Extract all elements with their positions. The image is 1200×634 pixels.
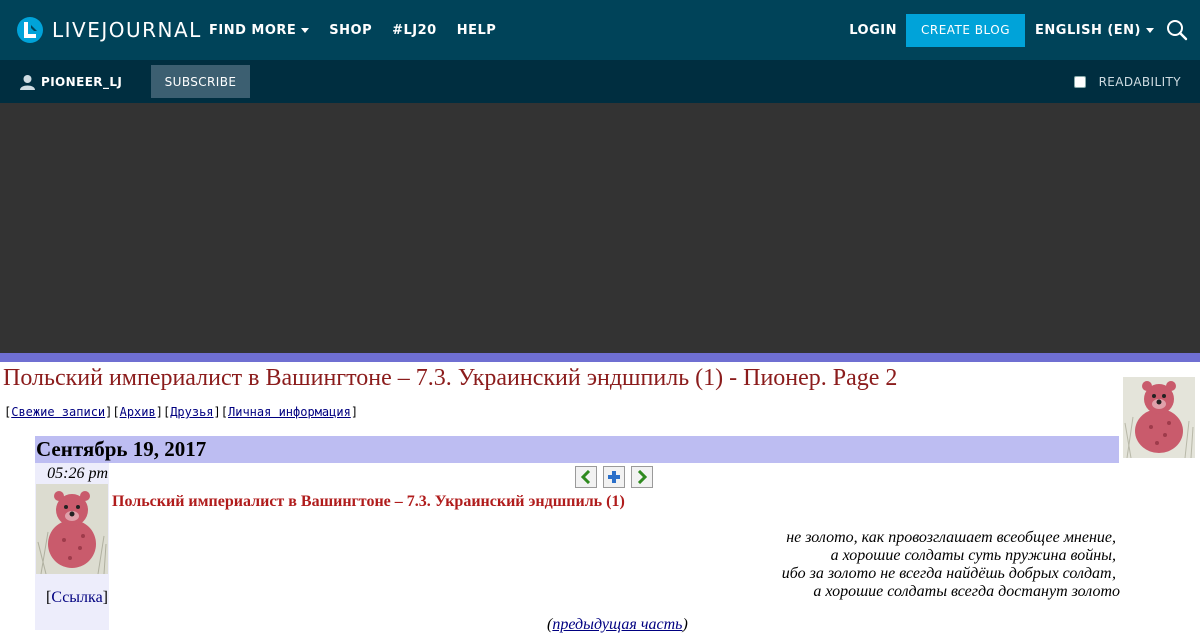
link-recent-entries[interactable]: Свежие записи	[11, 405, 105, 419]
subscribe-label: SUBSCRIBE	[164, 74, 237, 89]
journal-links: [Свежие записи][Архив][Друзья][Личная ин…	[4, 405, 359, 419]
nav-help-label: HELP	[456, 22, 497, 38]
epigraph-line: а хорошие солдаты суть пружина войны,	[830, 547, 1116, 564]
arrow-right-icon	[637, 470, 648, 484]
journal-bar: PIONEER_LJ SUBSCRIBE READABILITY	[0, 60, 1200, 103]
subscribe-button[interactable]: SUBSCRIBE	[151, 65, 250, 98]
epigraph-line: не золото, как провозглашает всеобщее мн…	[786, 529, 1116, 546]
readability-toggle[interactable]: READABILITY	[1073, 60, 1181, 103]
livejournal-logo-icon	[17, 17, 43, 43]
previous-entry-button[interactable]	[575, 466, 597, 488]
post-userpic	[36, 484, 108, 574]
account-nav: LOGIN CREATE BLOG ENGLISH (EN)	[849, 0, 1200, 60]
add-to-memories-button[interactable]	[603, 466, 625, 488]
post-epigraph: не золото, как провозглашает всеобщее мн…	[781, 529, 1120, 601]
login-link[interactable]: LOGIN	[849, 23, 897, 38]
nav-find-more[interactable]: FIND MORE	[209, 22, 310, 38]
user-icon	[20, 74, 35, 90]
journal-user[interactable]: PIONEER_LJ	[20, 60, 122, 103]
nav-lj20-label: #LJ20	[392, 22, 437, 38]
entry-navigation	[575, 466, 659, 488]
post-title: Польский империалист в Вашингтоне – 7.3.…	[112, 493, 625, 510]
search-icon[interactable]	[1166, 19, 1188, 41]
arrow-left-icon	[580, 470, 591, 484]
language-label: ENGLISH (EN)	[1035, 22, 1141, 38]
journal-username: PIONEER_LJ	[41, 74, 123, 89]
post-time: 05:26 pm	[47, 465, 108, 482]
ad-banner	[0, 103, 1200, 353]
post-date: Сентябрь 19, 2017	[35, 436, 1119, 463]
caret-down-icon	[301, 27, 310, 33]
top-navigation-bar: LIVEJOURNAL FIND MORE SHOP #LJ20 HELP LO…	[0, 0, 1200, 60]
logo-text: LIVEJOURNAL	[52, 18, 202, 42]
plus-icon	[608, 471, 620, 483]
nav-lj20[interactable]: #LJ20	[392, 23, 437, 38]
language-selector[interactable]: ENGLISH (EN)	[1035, 23, 1154, 38]
caret-down-icon	[1146, 27, 1154, 33]
create-blog-label: CREATE BLOG	[920, 23, 1011, 37]
nav-help[interactable]: HELP	[457, 23, 497, 38]
previous-part: (предыдущая часть)	[547, 616, 688, 633]
epigraph-line: ибо за золото не всегда найдёшь добрых с…	[781, 565, 1116, 582]
main-nav: FIND MORE SHOP #LJ20 HELP	[209, 0, 516, 60]
nav-shop[interactable]: SHOP	[329, 23, 372, 38]
readability-label: READABILITY	[1098, 74, 1181, 89]
link-profile[interactable]: Личная информация	[228, 405, 351, 419]
journal-title: Польский империалист в Вашингтоне – 7.3.…	[3, 365, 898, 391]
link-archive[interactable]: Архив	[120, 405, 156, 419]
livejournal-logo[interactable]: LIVEJOURNAL	[16, 15, 202, 45]
next-entry-button[interactable]	[631, 466, 653, 488]
nav-shop-label: SHOP	[329, 22, 373, 38]
previous-part-link[interactable]: предыдущая часть	[552, 616, 682, 633]
epigraph-line: а хорошие солдаты всегда достанут золото	[813, 583, 1120, 600]
link-friends[interactable]: Друзья	[170, 405, 213, 419]
post-link: [Ссылка]	[46, 589, 108, 606]
nav-find-more-label: FIND MORE	[209, 22, 297, 38]
journal-userpic[interactable]	[1123, 377, 1195, 458]
readability-checkbox[interactable]	[1073, 75, 1086, 88]
create-blog-button[interactable]: CREATE BLOG	[905, 13, 1026, 47]
journal-accent-strip	[0, 353, 1200, 362]
post-permalink[interactable]: Ссылка	[51, 589, 102, 606]
